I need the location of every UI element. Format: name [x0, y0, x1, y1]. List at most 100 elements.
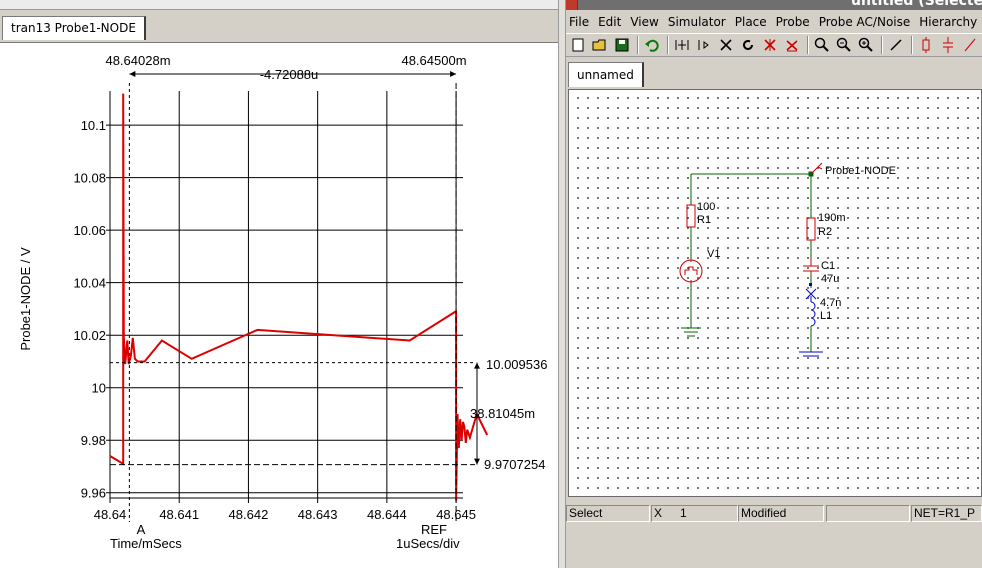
zoom-out-icon[interactable] — [834, 35, 854, 55]
x-tick-label: 48.642 — [229, 507, 269, 522]
undo-icon[interactable] — [642, 35, 662, 55]
pane-splitter[interactable] — [558, 0, 566, 568]
l1-value: 4.7n — [820, 297, 841, 309]
voltage-source-v1[interactable] — [679, 259, 703, 283]
x-tick-label: 48.643 — [298, 507, 338, 522]
open-folder-icon[interactable] — [590, 35, 610, 55]
cursor-a-value: 9.9707254 — [484, 457, 545, 472]
tab-waveform[interactable]: tran13 Probe1-NODE — [2, 16, 146, 40]
draw-wire-icon[interactable] — [886, 35, 906, 55]
cursor-ref-value: 10.009536 — [486, 357, 547, 372]
toolbar-separator — [667, 36, 669, 54]
toolbar — [566, 33, 982, 57]
y-tick-label: 10 — [92, 381, 106, 396]
schematic-drawing[interactable]: Probe1-NODE 100 R1 V1 190m R2 C1 47u 4.7… — [569, 90, 981, 496]
x-tick-label: 48.641 — [159, 507, 199, 522]
cursor-ref-label: REF — [421, 522, 447, 537]
window-title: untitled (Selected) — [851, 0, 982, 9]
status-bar: Select X 1 Modified NET=R1_P — [566, 505, 982, 522]
v1-name: V1 — [707, 248, 720, 260]
new-file-icon[interactable] — [568, 35, 588, 55]
inductor-l1[interactable] — [810, 296, 816, 327]
y-tick-label: 10.08 — [73, 171, 106, 186]
schematic-pane: untitled (Selected) File Edit View Simul… — [566, 0, 982, 568]
cursor-a-time: 48.64028m — [105, 53, 170, 68]
resistor-icon[interactable] — [916, 35, 936, 55]
div-label: 1uSecs/div — [396, 536, 460, 551]
probe-marker[interactable] — [810, 162, 823, 175]
r1-name: R1 — [697, 214, 711, 226]
zoom-in-icon[interactable] — [856, 35, 876, 55]
c1-name: C1 — [821, 260, 835, 272]
menu-hierarchy[interactable]: Hierarchy — [919, 15, 977, 29]
schematic-tabbar: unnamed — [566, 58, 982, 88]
r2-value: 190m — [818, 212, 846, 224]
cursor-delta-value: 38.81045m — [470, 406, 535, 421]
waveform-plot-frame[interactable]: 48.64 48.641 48.642 48.643 48.644 48.645 9.96 9… — [0, 42, 558, 568]
c1-value: 47u — [821, 273, 839, 285]
cut-icon[interactable] — [716, 35, 736, 55]
status-empty — [826, 505, 910, 522]
save-icon[interactable] — [612, 35, 632, 55]
delta-time-arrowhead — [129, 71, 136, 77]
x-axis-label: Time/mSecs — [110, 536, 182, 551]
delete-wire-icon[interactable] — [760, 35, 780, 55]
toolbar-separator — [911, 36, 913, 54]
status-net: NET=R1_P — [911, 505, 982, 522]
toolbar-separator — [807, 36, 809, 54]
waveform-top-strip — [0, 0, 560, 10]
app-root: tran13 Probe1-NODE 48.64 48.641 48.642 48.6… — [0, 0, 982, 568]
resistor-r2[interactable] — [806, 217, 816, 241]
y-axis-label: Probe1-NODE / V — [18, 247, 33, 351]
flip-icon[interactable] — [672, 35, 692, 55]
waveform-trace — [109, 93, 489, 501]
ground-symbol — [799, 351, 823, 357]
delta-value-arrowhead — [474, 458, 480, 465]
selection-handle — [809, 283, 812, 286]
y-tick-label: 9.98 — [81, 433, 106, 448]
resistor-r1[interactable] — [686, 204, 696, 228]
x-tick-label: 48.64 — [94, 507, 127, 522]
schematic-canvas[interactable]: Probe1-NODE 100 R1 V1 190m R2 C1 47u 4.7… — [568, 89, 982, 497]
capacitor-c1[interactable] — [803, 258, 819, 274]
menu-edit[interactable]: Edit — [598, 15, 621, 29]
r1-value: 100 — [697, 201, 715, 213]
y-tick-label: 9.96 — [81, 486, 106, 501]
cursor-layer — [110, 71, 480, 522]
probe-label: Probe1-NODE — [825, 165, 896, 177]
menu-simulator[interactable]: Simulator — [668, 15, 726, 29]
capacitor-icon[interactable] — [938, 35, 958, 55]
x-tick-label: 48.644 — [367, 507, 407, 522]
delta-value-arrowhead — [474, 362, 480, 369]
menu-place[interactable]: Place — [735, 15, 767, 29]
cursor-ref-time: 48.64500m — [401, 53, 466, 68]
ground-symbol — [681, 327, 701, 337]
status-mode: Select — [566, 505, 650, 522]
tab-unnamed[interactable]: unnamed — [568, 62, 644, 87]
y-tick-label: 10.1 — [81, 118, 106, 133]
window-titlebar[interactable]: untitled (Selected) — [566, 0, 982, 10]
menu-view[interactable]: View — [630, 15, 658, 29]
plot-grid — [109, 91, 463, 499]
y-tick-label: 10.04 — [73, 276, 106, 291]
mirror-icon[interactable] — [694, 35, 714, 55]
cursor-a-label: A — [137, 522, 146, 537]
status-coord-label: X — [651, 505, 681, 522]
toolbar-separator — [881, 36, 883, 54]
trace-layer — [109, 93, 489, 501]
cursor-delta-time: -4.72088u — [260, 67, 319, 82]
waveform-pane: tran13 Probe1-NODE 48.64 48.641 48.642 48.6… — [0, 0, 560, 568]
menu-probe[interactable]: Probe — [776, 15, 810, 29]
l1-name: L1 — [820, 310, 832, 322]
toolbar-separator — [637, 36, 639, 54]
axis-ticks: 48.64 48.641 48.642 48.643 48.644 48.6459.969… — [73, 118, 476, 522]
zoom-fit-icon[interactable] — [812, 35, 832, 55]
waveform-chart[interactable]: 48.64 48.641 48.642 48.643 48.644 48.6459.969… — [0, 43, 556, 567]
menu-probe-ac-noise[interactable]: Probe AC/Noise — [819, 15, 911, 29]
delete-icon[interactable] — [782, 35, 802, 55]
menu-bar: File Edit View Simulator Place Probe Pro… — [566, 11, 982, 32]
menu-file[interactable]: File — [569, 15, 589, 29]
inductor-icon[interactable] — [960, 35, 980, 55]
status-modified: Modified — [738, 505, 824, 522]
rotate-icon[interactable] — [738, 35, 758, 55]
